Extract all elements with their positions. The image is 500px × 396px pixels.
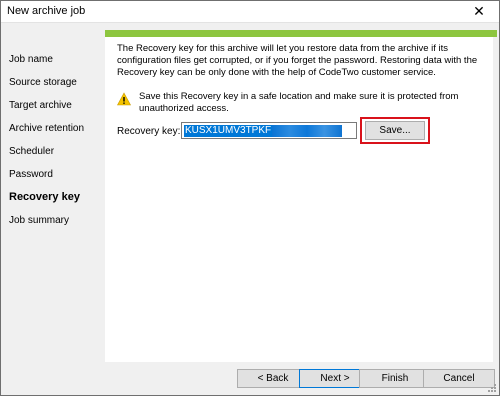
sidebar-item-source-storage[interactable]: Source storage [9,77,77,88]
sidebar-item-password[interactable]: Password [9,169,53,180]
new-archive-job-window: New archive job ✕ Job name Source storag… [0,0,500,396]
finish-button[interactable]: Finish [359,369,431,388]
warning-icon [117,92,131,106]
sidebar-item-job-summary[interactable]: Job summary [9,215,69,226]
recovery-key-value: KUSX1UMV3TPKF [184,125,273,137]
resize-grip-icon[interactable] [487,383,497,393]
content-panel: The Recovery key for this archive will l… [105,37,493,362]
sidebar-item-archive-retention[interactable]: Archive retention [9,123,84,134]
sidebar-item-target-archive[interactable]: Target archive [9,100,72,111]
recovery-key-redacted [272,125,343,137]
recovery-key-label: Recovery key: [117,126,181,137]
sidebar-item-recovery-key[interactable]: Recovery key [9,191,80,203]
save-button[interactable]: Save... [365,121,425,140]
window-title: New archive job [7,5,86,17]
sidebar-item-job-name[interactable]: Job name [9,54,53,65]
wizard-sidebar: Job name Source storage Target archive A… [1,24,105,364]
cancel-button[interactable]: Cancel [423,369,495,388]
close-icon[interactable]: ✕ [459,1,499,23]
title-bar: New archive job ✕ [1,1,499,23]
sidebar-item-scheduler[interactable]: Scheduler [9,146,54,157]
recovery-key-description: The Recovery key for this archive will l… [117,43,478,78]
warning-text: Save this Recovery key in a safe locatio… [139,91,459,114]
recovery-key-field[interactable]: KUSX1UMV3TPKF [181,122,357,139]
accent-strip [105,30,497,37]
